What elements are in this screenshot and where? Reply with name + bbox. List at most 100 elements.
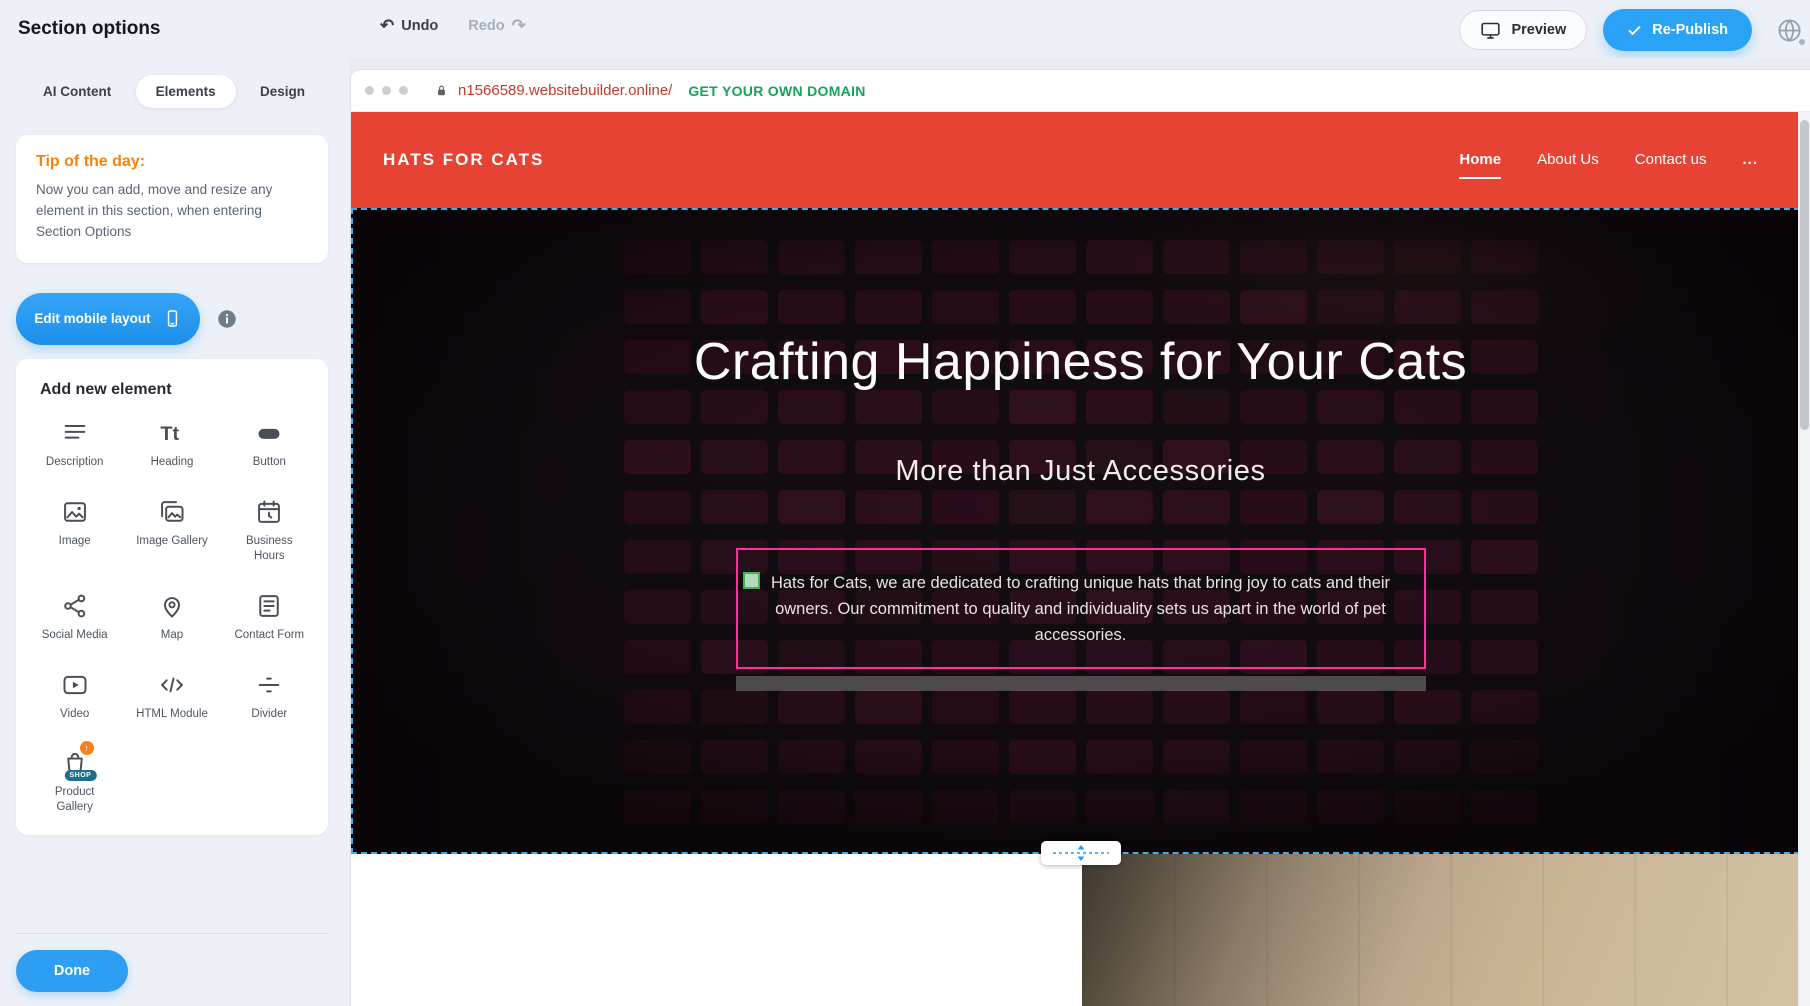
button-icon: [255, 419, 283, 447]
element-video[interactable]: Video: [26, 671, 123, 722]
upgrade-badge-icon: ↑: [80, 741, 94, 755]
element-button[interactable]: Button: [221, 419, 318, 470]
site-preview: Hats for Cats Home About Us Contact us .…: [351, 112, 1810, 1006]
image-gallery-icon: [158, 498, 186, 526]
section-resize-handle[interactable]: [1041, 841, 1121, 865]
hero-section-selected[interactable]: Crafting Happiness for Your Cats More th…: [351, 208, 1810, 854]
undo-button[interactable]: ↶ Undo: [380, 17, 438, 34]
page-title: Section options: [18, 18, 161, 40]
republish-label: Re-Publish: [1652, 22, 1728, 38]
contact-form-icon: [255, 592, 283, 620]
section-options-sidebar: AI Content Elements Design Tip of the da…: [0, 58, 349, 1006]
page-scrollbar[interactable]: [1798, 112, 1810, 1006]
redo-icon: ↷: [512, 17, 526, 34]
heading-icon: Tt: [158, 419, 186, 447]
redo-label: Redo: [468, 18, 504, 34]
hero-paragraph[interactable]: Hats for Cats, we are dedicated to craft…: [752, 570, 1410, 649]
globe-icon: [1776, 17, 1803, 44]
tip-of-the-day-card: Tip of the day: Now you can add, move an…: [16, 135, 328, 263]
redo-button[interactable]: Redo ↷: [468, 17, 526, 34]
browser-window: n1566589.websitebuilder.online/ GET YOUR…: [351, 70, 1810, 1006]
preview-button[interactable]: Preview: [1459, 10, 1587, 50]
window-dot: [399, 86, 408, 95]
tab-design[interactable]: Design: [240, 75, 325, 108]
resize-handle[interactable]: [743, 572, 760, 589]
app-topbar: Section options ↶ Undo Redo ↷ Preview Re…: [0, 0, 1810, 58]
info-icon: [216, 308, 238, 330]
undo-icon: ↶: [380, 17, 394, 34]
nav-contact-us[interactable]: Contact us: [1635, 151, 1707, 170]
next-section[interactable]: [351, 854, 1810, 1006]
description-icon: [61, 419, 89, 447]
site-logo[interactable]: Hats for Cats: [383, 150, 544, 170]
add-element-panel: Add new element Description Tt Heading B…: [16, 359, 328, 836]
nav-more-button[interactable]: ...: [1742, 151, 1758, 170]
monitor-icon: [1480, 20, 1501, 41]
sidebar-footer: Done: [0, 933, 349, 1006]
lock-icon: [434, 83, 449, 98]
hero-content: Crafting Happiness for Your Cats More th…: [353, 210, 1808, 852]
check-icon: [1627, 23, 1642, 38]
window-controls: [365, 86, 408, 95]
svg-text:Tt: Tt: [160, 423, 179, 445]
element-image-gallery[interactable]: Image Gallery: [123, 498, 220, 564]
editor-canvas-area: n1566589.websitebuilder.online/ GET YOUR…: [349, 58, 1810, 1006]
resize-arrows-icon: [1049, 843, 1113, 863]
get-domain-link[interactable]: GET YOUR OWN DOMAIN: [688, 83, 865, 99]
paragraph-selection-box[interactable]: Hats for Cats, we are dedicated to craft…: [736, 548, 1426, 669]
globe-badge: [1799, 39, 1805, 45]
done-button[interactable]: Done: [16, 950, 128, 992]
site-nav: Home About Us Contact us ...: [1459, 151, 1758, 170]
tip-body: Now you can add, move and resize any ele…: [36, 180, 308, 243]
drop-indicator-strip: [736, 676, 1426, 691]
undo-label: Undo: [401, 18, 438, 34]
video-icon: [61, 671, 89, 699]
mobile-layout-row: Edit mobile layout: [16, 293, 328, 345]
social-media-icon: [61, 592, 89, 620]
image-icon: [61, 498, 89, 526]
edit-mobile-label: Edit mobile layout: [34, 311, 150, 326]
product-gallery-icon: SHOP ↑: [61, 749, 89, 777]
element-heading[interactable]: Tt Heading: [123, 419, 220, 470]
phone-icon: [163, 309, 182, 328]
element-image[interactable]: Image: [26, 498, 123, 564]
info-button[interactable]: [216, 308, 238, 330]
tab-elements[interactable]: Elements: [135, 74, 237, 109]
element-html-module[interactable]: HTML Module: [123, 671, 220, 722]
site-url: n1566589.websitebuilder.online/: [458, 82, 672, 99]
hero-subheading[interactable]: More than Just Accessories: [895, 455, 1265, 488]
footer-divider: [16, 933, 328, 934]
language-globe-button[interactable]: [1770, 11, 1808, 49]
preview-label: Preview: [1511, 22, 1566, 38]
tip-title: Tip of the day:: [36, 153, 308, 171]
topbar-actions: Preview Re-Publish: [1459, 9, 1752, 51]
element-product-gallery[interactable]: SHOP ↑ Product Gallery: [26, 749, 123, 815]
html-module-icon: [158, 671, 186, 699]
hero-heading[interactable]: Crafting Happiness for Your Cats: [694, 322, 1467, 403]
add-element-title: Add new element: [40, 381, 318, 399]
map-icon: [158, 592, 186, 620]
element-map[interactable]: Map: [123, 592, 220, 643]
shop-badge: SHOP: [64, 770, 96, 781]
window-dot: [382, 86, 391, 95]
tab-ai-content[interactable]: AI Content: [23, 75, 131, 108]
element-business-hours[interactable]: Business Hours: [221, 498, 318, 564]
sidebar-tabs: AI Content Elements Design: [17, 73, 331, 109]
history-controls: ↶ Undo Redo ↷: [380, 17, 526, 34]
element-grid: Description Tt Heading Button Image: [26, 419, 318, 816]
nav-about-us[interactable]: About Us: [1537, 151, 1599, 170]
republish-button[interactable]: Re-Publish: [1603, 9, 1752, 51]
business-hours-icon: [255, 498, 283, 526]
element-description[interactable]: Description: [26, 419, 123, 470]
site-header[interactable]: Hats for Cats Home About Us Contact us .…: [351, 112, 1810, 208]
window-dot: [365, 86, 374, 95]
edit-mobile-layout-button[interactable]: Edit mobile layout: [16, 293, 200, 345]
element-social-media[interactable]: Social Media: [26, 592, 123, 643]
nav-home[interactable]: Home: [1459, 151, 1501, 170]
paving-photo: [1082, 854, 1810, 1006]
scrollbar-thumb[interactable]: [1800, 120, 1809, 430]
browser-chrome-bar: n1566589.websitebuilder.online/ GET YOUR…: [351, 70, 1810, 112]
element-contact-form[interactable]: Contact Form: [221, 592, 318, 643]
divider-icon: [255, 671, 283, 699]
element-divider[interactable]: Divider: [221, 671, 318, 722]
